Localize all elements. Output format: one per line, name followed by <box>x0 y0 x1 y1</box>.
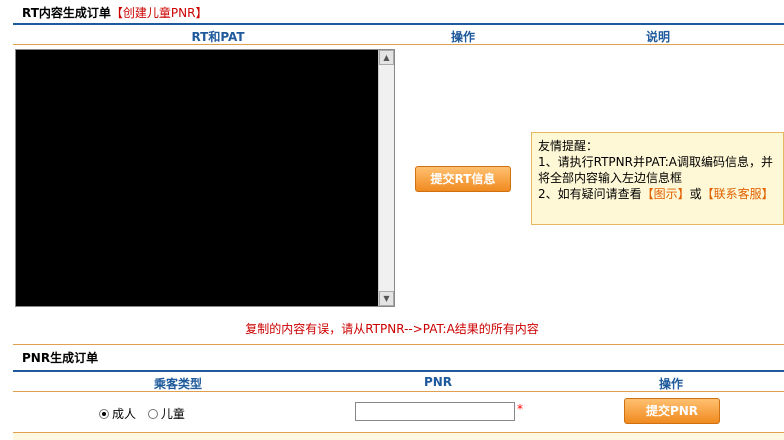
tip-or-text: 或 <box>689 187 702 201</box>
scroll-down-icon[interactable]: ▼ <box>379 291 394 306</box>
column-description: 说明 <box>645 30 670 44</box>
required-mark: * <box>517 402 523 416</box>
diagram-link[interactable]: 【图示】 <box>642 187 690 201</box>
contact-service-link[interactable]: 【联系客服】 <box>702 187 774 201</box>
section-divider <box>13 344 784 345</box>
pnr-input[interactable] <box>355 402 515 421</box>
column-rt-pat: RT和PAT <box>191 30 245 44</box>
radio-child-icon[interactable] <box>147 409 158 419</box>
tip-box: 友情提醒： 1、请执行RTPNR并PAT:A调取编码信息，并将全部内容输入左边信… <box>531 132 784 225</box>
column-passenger-type: 乘客类型 <box>153 377 202 391</box>
passenger-type-group: 成人 儿童 <box>99 405 185 422</box>
tip-line-1: 1、请执行RTPNR并PAT:A调取编码信息，并将全部内容输入左边信息框 <box>538 155 773 185</box>
column-pnr: PNR <box>423 375 453 389</box>
rt-input-box: ▲ ▼ <box>15 49 395 307</box>
rt-table-header: RT和PAT 操作 说明 <box>13 23 784 45</box>
radio-adult-icon[interactable] <box>99 409 109 419</box>
column-pnr-operation: 操作 <box>658 377 683 391</box>
radio-child-label: 儿童 <box>160 407 185 421</box>
submit-pnr-button[interactable]: 提交PNR <box>624 398 720 424</box>
rt-section-title-text: RT内容生成订单 <box>22 6 111 20</box>
radio-child[interactable]: 儿童 <box>147 407 185 421</box>
rt-section-title: RT内容生成订单【创建儿童PNR】 <box>22 4 207 21</box>
pnr-table-header: 乘客类型 PNR 操作 <box>13 370 784 392</box>
tip-line-2: 2、如有疑问请查看【图示】或【联系客服】 <box>538 186 777 202</box>
submit-rt-button[interactable]: 提交RT信息 <box>415 166 511 192</box>
column-operation: 操作 <box>450 30 475 44</box>
radio-adult-label: 成人 <box>112 407 137 421</box>
scroll-up-icon[interactable]: ▲ <box>379 50 394 65</box>
tip-line-2-prefix: 2、如有疑问请查看 <box>538 187 642 201</box>
create-child-pnr-link[interactable]: 【创建儿童PNR】 <box>111 6 208 20</box>
rt-warning-message: 复制的内容有误，请从RTPNR-->PAT:A结果的所有内容 <box>245 322 539 336</box>
rt-textarea[interactable] <box>16 50 378 306</box>
rt-scrollbar[interactable]: ▲ ▼ <box>378 50 394 306</box>
tip-title: 友情提醒： <box>538 139 599 153</box>
pnr-section-title: PNR生成订单 <box>22 351 99 365</box>
radio-adult[interactable]: 成人 <box>99 407 136 421</box>
